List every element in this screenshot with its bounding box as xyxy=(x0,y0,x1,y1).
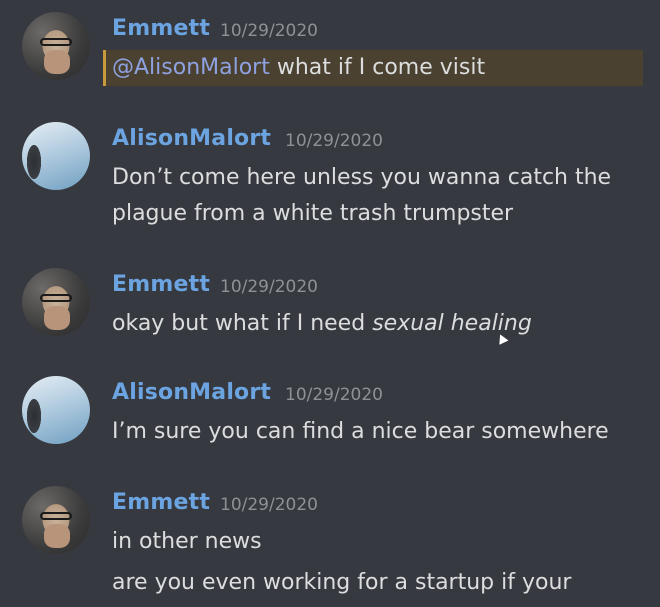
avatar-emmett[interactable] xyxy=(22,12,90,80)
author-name[interactable]: AlisonMalort xyxy=(112,126,271,151)
message-text-line-2: plague from a white trash trumpster xyxy=(112,201,514,226)
message-text-line-1: Don’t come here unless you wanna catch t… xyxy=(112,165,612,190)
avatar-emmett[interactable] xyxy=(22,486,90,554)
avatar-alison[interactable] xyxy=(22,122,90,190)
author-name[interactable]: Emmett xyxy=(112,16,210,41)
hand-detail xyxy=(44,306,70,330)
glasses-detail xyxy=(40,38,72,46)
author-name[interactable]: Emmett xyxy=(112,272,210,297)
message-text-line-1: in other news xyxy=(112,529,262,554)
message-text: okay but what if I need sexual healing xyxy=(112,311,532,336)
glasses-detail xyxy=(40,512,72,520)
author-name[interactable]: AlisonMalort xyxy=(112,380,271,405)
message-text-plain: okay but what if I need xyxy=(112,311,373,336)
glasses-detail xyxy=(40,294,72,302)
user-mention[interactable]: @AlisonMalort xyxy=(112,55,270,80)
timestamp: 10/29/2020 xyxy=(220,495,318,515)
avatar-emmett[interactable] xyxy=(22,268,90,336)
message-text-italic: sexual healing xyxy=(372,311,532,336)
hand-detail xyxy=(44,524,70,548)
author-name[interactable]: Emmett xyxy=(112,490,210,515)
message-text-line-2: are you even working for a startup if yo… xyxy=(112,570,572,595)
timestamp: 10/29/2020 xyxy=(220,277,318,297)
timestamp: 10/29/2020 xyxy=(220,21,318,41)
hand-detail xyxy=(44,50,70,74)
timestamp: 10/29/2020 xyxy=(285,385,383,405)
message-text: I’m sure you can find a nice bear somewh… xyxy=(112,419,609,444)
timestamp: 10/29/2020 xyxy=(285,131,383,151)
message-text-rest: what if I come visit xyxy=(269,55,486,80)
message-text: @AlisonMalort what if I come visit xyxy=(112,55,485,80)
avatar-alison[interactable] xyxy=(22,376,90,444)
